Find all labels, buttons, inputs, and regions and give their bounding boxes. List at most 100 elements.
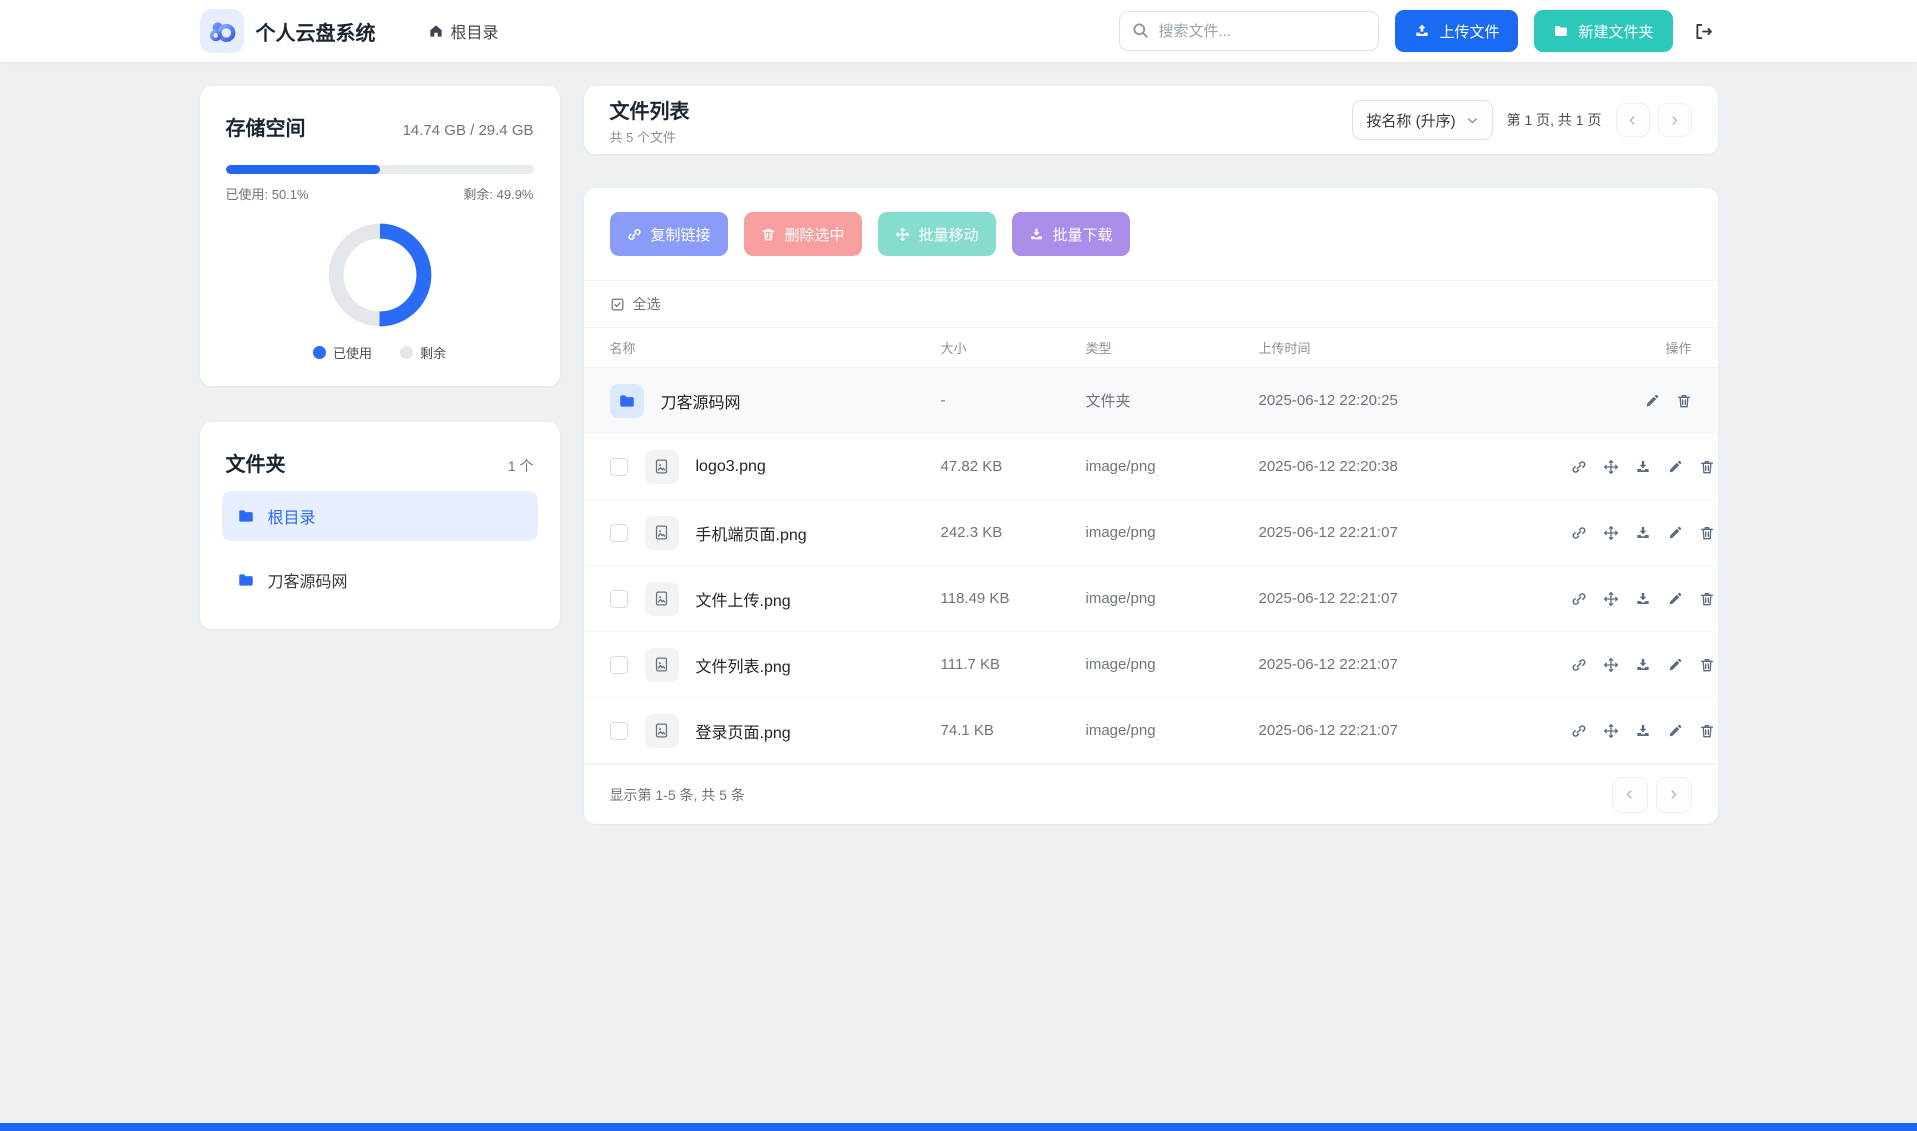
search-box xyxy=(1119,11,1379,51)
legend-free: 剩余 xyxy=(400,343,446,362)
storage-used-label: 已使用: 50.1% xyxy=(226,184,309,203)
move-icon[interactable] xyxy=(1603,525,1619,541)
file-size: 47.82 KB xyxy=(941,458,1086,475)
copy-link-icon[interactable] xyxy=(1571,525,1587,541)
rename-icon[interactable] xyxy=(1667,723,1683,739)
column-time: 上传时间 xyxy=(1259,338,1571,357)
file-name: logo3.png xyxy=(696,458,766,476)
page-footer-strip xyxy=(0,1123,1917,1131)
chevron-right-icon xyxy=(1668,114,1681,127)
legend-used-dot xyxy=(313,346,326,359)
download-icon[interactable] xyxy=(1635,723,1651,739)
legend-free-label: 剩余 xyxy=(420,343,446,362)
delete-selected-button[interactable]: 删除选中 xyxy=(744,212,862,256)
table-row: 手机端页面.png 242.3 KB image/png 2025-06-12 … xyxy=(584,500,1718,566)
download-icon[interactable] xyxy=(1635,591,1651,607)
row-checkbox[interactable] xyxy=(610,458,628,476)
table-header: 名称 大小 类型 上传时间 操作 xyxy=(584,328,1718,368)
search-input[interactable] xyxy=(1119,11,1379,51)
copy-link-icon[interactable] xyxy=(1571,723,1587,739)
storage-free-label: 剩余: 49.9% xyxy=(463,184,533,203)
table-row: 登录页面.png 74.1 KB image/png 2025-06-12 22… xyxy=(584,698,1718,764)
folders-card: 文件夹 1 个 根目录 刀客源码网 xyxy=(200,422,560,629)
breadcrumb[interactable]: 根目录 xyxy=(428,19,499,43)
move-icon xyxy=(895,227,910,242)
file-type: image/png xyxy=(1086,590,1259,607)
download-icon[interactable] xyxy=(1635,525,1651,541)
download-icon[interactable] xyxy=(1635,657,1651,673)
image-file-icon xyxy=(645,582,679,616)
column-name: 名称 xyxy=(610,338,941,357)
delete-icon[interactable] xyxy=(1699,459,1715,475)
column-actions: 操作 xyxy=(1571,338,1692,357)
upload-icon xyxy=(1414,23,1430,39)
move-icon[interactable] xyxy=(1603,591,1619,607)
delete-selected-label: 删除选中 xyxy=(785,224,845,245)
move-icon[interactable] xyxy=(1603,723,1619,739)
download-icon[interactable] xyxy=(1635,459,1651,475)
select-all-label: 全选 xyxy=(633,294,661,314)
file-size: 118.49 KB xyxy=(941,590,1086,607)
rename-icon[interactable] xyxy=(1667,591,1683,607)
batch-download-button[interactable]: 批量下载 xyxy=(1012,212,1130,256)
check-square-icon xyxy=(610,297,625,312)
file-type: image/png xyxy=(1086,656,1259,673)
prev-page-button[interactable] xyxy=(1616,103,1650,137)
storage-usage-text: 14.74 GB / 29.4 GB xyxy=(403,122,534,139)
sidebar-item-root-folder[interactable]: 根目录 xyxy=(222,491,538,541)
new-folder-button-label: 新建文件夹 xyxy=(1578,21,1653,42)
logout-button[interactable] xyxy=(1689,17,1718,46)
table-row: 文件列表.png 111.7 KB image/png 2025-06-12 2… xyxy=(584,632,1718,698)
rename-icon[interactable] xyxy=(1644,393,1660,409)
file-list-card: 复制链接 删除选中 xyxy=(584,188,1718,824)
row-checkbox[interactable] xyxy=(610,590,628,608)
main-panel: 文件列表 共 5 个文件 按名称 (升序) 第 1 页, 共 1 页 xyxy=(584,86,1718,824)
file-size: 242.3 KB xyxy=(941,524,1086,541)
file-type: image/png xyxy=(1086,722,1259,739)
new-folder-button[interactable]: 新建文件夹 xyxy=(1534,10,1672,52)
rename-icon[interactable] xyxy=(1667,525,1683,541)
rename-icon[interactable] xyxy=(1667,459,1683,475)
prev-page-button[interactable] xyxy=(1612,777,1648,813)
batch-move-button[interactable]: 批量移动 xyxy=(878,212,996,256)
folders-count: 1 个 xyxy=(508,456,534,476)
app-logo xyxy=(200,9,244,53)
table-row: 文件上传.png 118.49 KB image/png 2025-06-12 … xyxy=(584,566,1718,632)
next-page-button[interactable] xyxy=(1658,103,1692,137)
copy-link-icon[interactable] xyxy=(1571,657,1587,673)
row-checkbox[interactable] xyxy=(610,722,628,740)
copy-link-icon[interactable] xyxy=(1571,459,1587,475)
sidebar-item-folder[interactable]: 刀客源码网 xyxy=(222,555,538,605)
chevron-left-icon xyxy=(1626,114,1639,127)
delete-icon[interactable] xyxy=(1699,525,1715,541)
move-icon[interactable] xyxy=(1603,657,1619,673)
file-size: - xyxy=(941,392,1086,409)
copy-link-icon[interactable] xyxy=(1571,591,1587,607)
search-icon xyxy=(1131,21,1150,40)
upload-file-button[interactable]: 上传文件 xyxy=(1395,10,1518,52)
copy-link-button[interactable]: 复制链接 xyxy=(610,212,728,256)
storage-progress-fill xyxy=(226,165,380,174)
folder-icon xyxy=(237,507,255,525)
delete-icon[interactable] xyxy=(1699,591,1715,607)
column-size: 大小 xyxy=(941,338,1086,357)
legend-free-dot xyxy=(400,346,413,359)
move-icon[interactable] xyxy=(1603,459,1619,475)
storage-card: 存储空间 14.74 GB / 29.4 GB 已使用: 50.1% 剩余: 4… xyxy=(200,86,560,386)
home-icon xyxy=(428,23,444,39)
select-all-toggle[interactable]: 全选 xyxy=(584,281,1718,328)
rename-icon[interactable] xyxy=(1667,657,1683,673)
folder-name-link[interactable]: 刀客源码网 xyxy=(661,389,741,413)
delete-icon[interactable] xyxy=(1676,393,1692,409)
delete-icon[interactable] xyxy=(1699,723,1715,739)
sort-select-value: 按名称 (升序) xyxy=(1366,110,1455,131)
file-name: 文件上传.png xyxy=(696,587,791,611)
next-page-button[interactable] xyxy=(1656,777,1692,813)
storage-title: 存储空间 xyxy=(226,112,306,141)
result-range-text: 显示第 1-5 条, 共 5 条 xyxy=(610,785,745,805)
delete-icon[interactable] xyxy=(1699,657,1715,673)
row-checkbox[interactable] xyxy=(610,524,628,542)
sort-select[interactable]: 按名称 (升序) xyxy=(1352,100,1492,140)
row-checkbox[interactable] xyxy=(610,656,628,674)
file-size: 74.1 KB xyxy=(941,722,1086,739)
